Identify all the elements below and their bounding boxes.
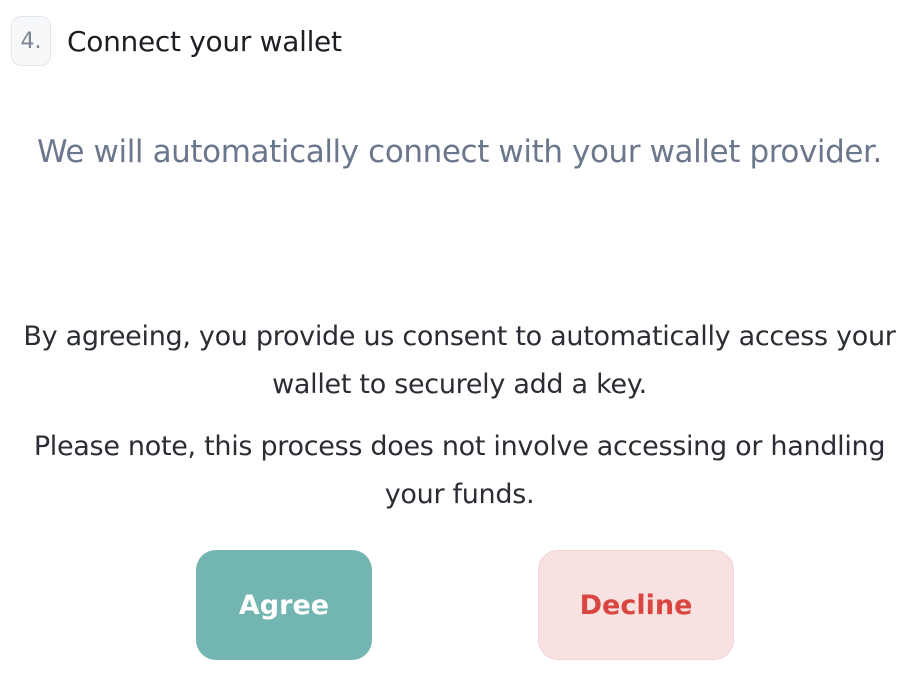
note-line-2: your funds. [384,479,535,510]
step-header: 4. Connect your wallet [11,16,342,66]
step-title: Connect your wallet [67,24,342,58]
note-line-1: Please note, this process does not invol… [33,431,886,462]
funds-note-text: Please note, this process does not invol… [0,423,919,519]
decline-button[interactable]: Decline [538,550,734,660]
consent-line-2: wallet to securely add a key. [272,369,647,400]
intro-text: We will automatically connect with your … [36,134,883,170]
consent-line-1: By agreeing, you provide us consent to a… [23,321,896,352]
step-number-badge: 4. [11,16,51,66]
consent-text: By agreeing, you provide us consent to a… [0,313,919,409]
wallet-connect-step: 4. Connect your wallet We will automatic… [0,0,919,686]
agree-button[interactable]: Agree [196,550,372,660]
